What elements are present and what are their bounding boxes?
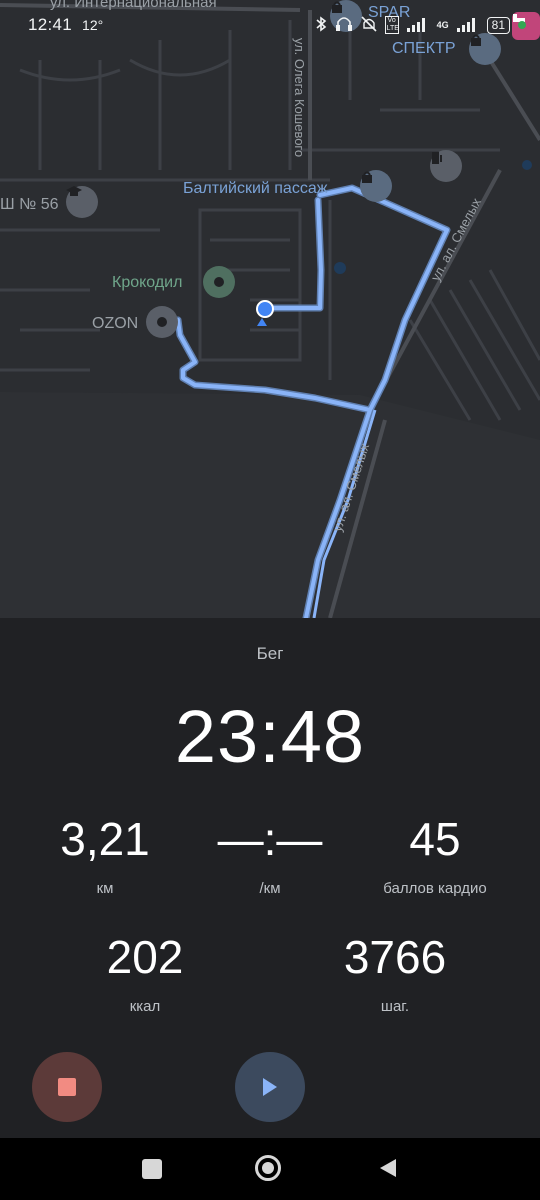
network-type: 4G (436, 20, 449, 30)
activity-type: Бег (256, 644, 284, 663)
recents-button[interactable] (140, 1157, 164, 1181)
place-label-ozon[interactable]: OZON (92, 315, 138, 333)
school-pin-icon[interactable] (66, 186, 98, 218)
place-label-baltiyskiy[interactable]: Балтийский пассаж (183, 180, 327, 198)
pace-stat: —:— /км (205, 812, 335, 897)
triangle-back-icon (380, 1159, 396, 1177)
map-view[interactable]: ул. Интернациональная ул. Олега Кошевого… (0, 0, 540, 618)
current-location-icon (256, 300, 274, 318)
place-label-krokodil[interactable]: Крокодил (112, 274, 182, 292)
home-button[interactable] (255, 1155, 283, 1183)
signal-icon (406, 16, 429, 35)
workout-panel: Бег 23:48 3,21 км —:— /км 45 баллов кард… (0, 618, 540, 1138)
cardio-unit: баллов кардио (383, 880, 487, 897)
shopping-pin-icon[interactable] (360, 170, 392, 202)
calories-stat: 202 ккал (80, 930, 210, 1015)
resume-button[interactable] (235, 1052, 305, 1122)
system-nav-bar (0, 1138, 540, 1200)
status-bar: 12:41 12° Vo LTE 4G 81 (0, 0, 540, 50)
heading-arrow-icon (257, 318, 267, 326)
circle-icon (255, 1155, 281, 1181)
steps-unit: шаг. (380, 998, 410, 1015)
street-label-olega-koshevogo: ул. Олега Кошевого (292, 37, 308, 158)
calories-unit: ккал (129, 998, 161, 1015)
steps-value: 3766 (343, 931, 447, 983)
park-pin-icon[interactable] (203, 266, 235, 298)
bluetooth-icon (315, 15, 327, 35)
volte-badge: Vo LTE (384, 16, 399, 34)
cardio-value: 45 (409, 813, 461, 865)
distance-unit: км (96, 880, 114, 897)
pace-value: —:— (217, 813, 323, 865)
stop-button[interactable] (32, 1052, 102, 1122)
cardio-stat: 45 баллов кардио (365, 812, 505, 897)
distance-value: 3,21 (60, 813, 150, 865)
calories-value: 202 (106, 931, 184, 983)
mute-bell-icon (361, 15, 377, 35)
elapsed-timer: 23:48 (174, 695, 366, 778)
status-time: 12:41 (28, 15, 73, 34)
square-icon (142, 1159, 162, 1179)
pace-unit: /км (259, 880, 281, 897)
place-label-school[interactable]: Ш № 56 (0, 196, 59, 214)
place-pin-icon[interactable] (146, 306, 178, 338)
steps-stat: 3766 шаг. (325, 930, 465, 1015)
stop-icon (58, 1078, 76, 1096)
status-icons: Vo LTE 4G 81 (315, 15, 526, 35)
signal-icon (456, 16, 479, 35)
headphones-icon (335, 16, 353, 35)
status-temperature: 12° (82, 17, 104, 33)
gas-station-pin-icon[interactable] (430, 150, 462, 182)
back-button[interactable] (376, 1157, 400, 1181)
play-icon (263, 1078, 277, 1096)
privacy-dot-icon (518, 21, 526, 29)
distance-stat: 3,21 км (40, 812, 170, 897)
battery-indicator: 81 (486, 16, 510, 34)
